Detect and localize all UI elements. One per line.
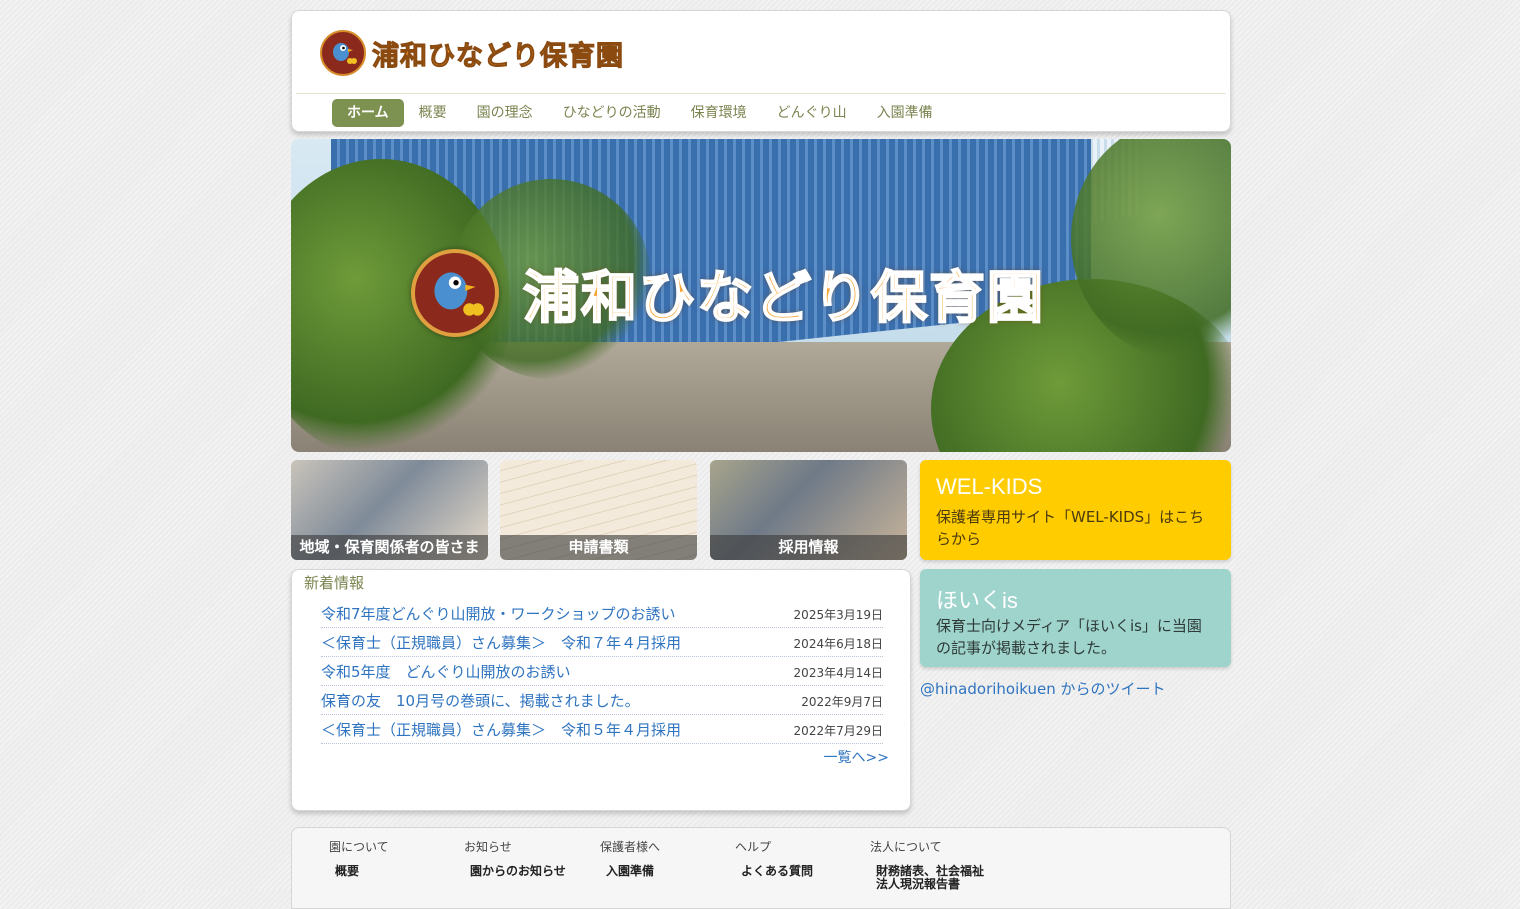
welkids-card[interactable]: WEL-KIDS 保護者専用サイト「WEL-KIDS」はこちらから xyxy=(920,460,1231,560)
nav-item-overview[interactable]: 概要 xyxy=(404,99,462,127)
hoikuis-card-text: 保育士向けメディア「ほいくis」に当園の記事が掲載されました。 xyxy=(936,617,1202,657)
footer-column-news: お知らせ 園からのお知らせ xyxy=(464,838,594,878)
site-footer: 園について 概要 お知らせ 園からのお知らせ 保護者様へ 入園準備 ヘルプ よく… xyxy=(291,827,1231,909)
footer-column-about: 園について 概要 xyxy=(329,838,459,878)
news-more-link[interactable]: 一覧へ>> xyxy=(824,747,889,767)
footer-link[interactable]: 入園準備 xyxy=(606,865,730,878)
footer-link[interactable]: 園からのお知らせ xyxy=(470,865,594,878)
twitter-timeline-link[interactable]: @hinadorihoikuen からのツイート xyxy=(920,678,1166,699)
news-item-date: 2023年4月14日 xyxy=(793,666,883,680)
news-item-date: 2022年9月7日 xyxy=(801,695,883,709)
site-header: 浦和ひなどり保育園 ホーム 概要 園の理念 ひなどりの活動 保育環境 どんぐり山… xyxy=(291,10,1231,132)
tile-label: 地域・保育関係者の皆さま xyxy=(291,535,488,560)
footer-heading: お知らせ xyxy=(464,840,512,854)
nav-item-activities[interactable]: ひなどりの活動 xyxy=(548,99,676,127)
site-logo-text: 浦和ひなどり保育園 xyxy=(372,40,624,72)
hero-banner: 浦和ひなどり保育園 xyxy=(291,139,1231,452)
welkids-card-text: 保護者専用サイト「WEL-KIDS」はこちらから xyxy=(936,508,1205,548)
tile-label: 申請書類 xyxy=(500,535,697,560)
tile-label: 採用情報 xyxy=(710,535,907,560)
footer-link[interactable]: 財務諸表、社会福祉法人現況報告書 xyxy=(876,865,988,891)
news-item-link[interactable]: ＜保育士（正規職員）さん募集＞ 令和５年４月採用 xyxy=(321,719,681,740)
news-item-date: 2022年7月29日 xyxy=(793,724,883,738)
footer-heading: 法人について xyxy=(870,840,942,854)
news-item-link[interactable]: 保育の友 10月号の巻頭に、掲載されました。 xyxy=(321,690,640,711)
tile-recruitment[interactable]: 採用情報 xyxy=(710,460,907,560)
nav-item-home[interactable]: ホーム xyxy=(332,99,404,127)
news-item: 保育の友 10月号の巻頭に、掲載されました。 2022年9月7日 xyxy=(321,687,883,715)
news-item-link[interactable]: ＜保育士（正規職員）さん募集＞ 令和７年４月採用 xyxy=(321,632,681,653)
news-item-date: 2025年3月19日 xyxy=(793,608,883,622)
nav-item-environment[interactable]: 保育環境 xyxy=(676,99,762,127)
nav-item-philosophy[interactable]: 園の理念 xyxy=(462,99,548,127)
footer-column-help: ヘルプ よくある質問 xyxy=(735,838,865,878)
tile-community[interactable]: 地域・保育関係者の皆さま xyxy=(291,460,488,560)
footer-column-corporation: 法人について 財務諸表、社会福祉法人現況報告書 xyxy=(870,838,1000,891)
hero-title: 浦和ひなどり保育園 xyxy=(522,265,1045,332)
news-item-date: 2024年6月18日 xyxy=(793,637,883,651)
news-list: 令和7年度どんぐり山開放・ワークショップのお誘い 2025年3月19日 ＜保育士… xyxy=(321,600,883,745)
news-item: 令和5年度 どんぐり山開放のお誘い 2023年4月14日 xyxy=(321,658,883,686)
nav-item-donguri-yama[interactable]: どんぐり山 xyxy=(762,99,862,127)
news-item-link[interactable]: 令和7年度どんぐり山開放・ワークショップのお誘い xyxy=(321,603,676,624)
hero-logo: 浦和ひなどり保育園 xyxy=(411,249,1045,337)
footer-column-parents: 保護者様へ 入園準備 xyxy=(600,838,730,878)
footer-link[interactable]: 概要 xyxy=(335,865,459,878)
footer-link[interactable]: よくある質問 xyxy=(741,865,865,878)
news-item: ＜保育士（正規職員）さん募集＞ 令和５年４月採用 2022年7月29日 xyxy=(321,716,883,744)
news-heading: 新着情報 xyxy=(304,574,365,592)
hoikuis-card-title: ほいくis xyxy=(936,588,1018,613)
nav-item-admission[interactable]: 入園準備 xyxy=(862,99,948,127)
site-logo[interactable]: 浦和ひなどり保育園 xyxy=(320,28,624,78)
footer-heading: ヘルプ xyxy=(735,840,772,854)
welkids-card-title: WEL-KIDS xyxy=(936,474,1043,499)
footer-heading: 園について xyxy=(329,840,389,854)
main-nav: ホーム 概要 園の理念 ひなどりの活動 保育環境 どんぐり山 入園準備 xyxy=(332,99,948,127)
hoikuis-card[interactable]: ほいくis 保育士向けメディア「ほいくis」に当園の記事が掲載されました。 xyxy=(920,569,1231,667)
header-divider xyxy=(296,93,1226,94)
bird-emblem-icon xyxy=(411,249,499,337)
news-item: ＜保育士（正規職員）さん募集＞ 令和７年４月採用 2024年6月18日 xyxy=(321,629,883,657)
news-panel: 新着情報 令和7年度どんぐり山開放・ワークショップのお誘い 2025年3月19日… xyxy=(291,569,911,811)
news-item: 令和7年度どんぐり山開放・ワークショップのお誘い 2025年3月19日 xyxy=(321,600,883,628)
footer-heading: 保護者様へ xyxy=(600,840,661,854)
news-item-link[interactable]: 令和5年度 どんぐり山開放のお誘い xyxy=(321,661,571,682)
bird-emblem-icon xyxy=(320,30,366,76)
tile-application-forms[interactable]: 申請書類 xyxy=(500,460,697,560)
